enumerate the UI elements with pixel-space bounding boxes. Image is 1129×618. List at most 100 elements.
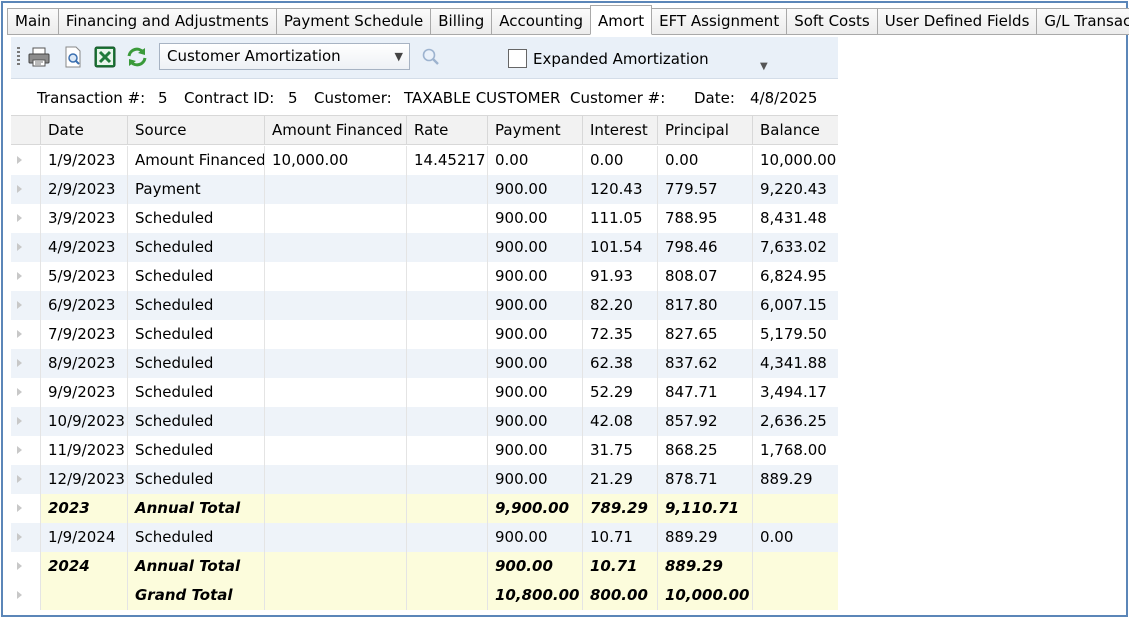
tab-g-l-transaction[interactable]: G/L Transaction	[1036, 8, 1129, 35]
table-row[interactable]: 11/9/2023 Scheduled 900.00 31.75 868.25 1,768…	[11, 436, 838, 465]
column-header-payment[interactable]: Payment	[487, 116, 582, 145]
cell-interest: 101.54	[582, 233, 657, 262]
table-row[interactable]: 7/9/2023 Scheduled 900.00 72.35 827.65 5,179.…	[11, 320, 838, 349]
cell-payment: 900.00	[487, 552, 582, 581]
cell-payment: 900.00	[487, 349, 582, 378]
print-icon[interactable]	[27, 45, 51, 69]
tab-amort[interactable]: Amort	[590, 5, 653, 35]
toolbar-overflow-icon[interactable]: ▼	[760, 61, 768, 72]
cell-date: 5/9/2023	[40, 262, 127, 291]
row-indicator-icon[interactable]	[11, 204, 40, 233]
cell-source: Amount Financed	[127, 146, 264, 175]
cell-date: 8/9/2023	[40, 349, 127, 378]
cell-rate	[406, 552, 487, 581]
row-indicator-icon[interactable]	[11, 552, 40, 581]
cell-rate	[406, 262, 487, 291]
row-indicator-icon[interactable]	[11, 233, 40, 262]
table-row[interactable]: 9/9/2023 Scheduled 900.00 52.29 847.71 3,494.…	[11, 378, 838, 407]
cell-amount-financed	[264, 262, 406, 291]
cell-payment: 900.00	[487, 407, 582, 436]
report-type-select[interactable]: Customer Amortization ▼	[159, 43, 410, 70]
cell-balance: 4,341.88	[752, 349, 838, 378]
excel-export-icon[interactable]	[93, 45, 117, 69]
row-indicator-icon[interactable]	[11, 291, 40, 320]
column-header-balance[interactable]: Balance	[752, 116, 838, 145]
cell-payment: 900.00	[487, 523, 582, 552]
report-type-value: Customer Amortization	[167, 47, 341, 65]
expanded-amortization-checkbox[interactable]	[508, 49, 527, 68]
cell-interest: 120.43	[582, 175, 657, 204]
total-row[interactable]: 2024 Annual Total 900.00 10.71 889.29	[11, 552, 838, 581]
row-indicator-icon[interactable]	[11, 407, 40, 436]
tab-billing[interactable]: Billing	[430, 8, 493, 35]
column-header-date[interactable]: Date	[40, 116, 127, 145]
toolbar-grip[interactable]	[17, 47, 20, 67]
row-indicator-icon[interactable]	[11, 320, 40, 349]
cell-balance: 10,000.00	[752, 146, 838, 175]
row-indicator-icon[interactable]	[11, 378, 40, 407]
tab-accounting[interactable]: Accounting	[491, 8, 591, 35]
tab-eft-assignment[interactable]: EFT Assignment	[651, 8, 788, 35]
cell-date: 3/9/2023	[40, 204, 127, 233]
cell-amount-financed	[264, 523, 406, 552]
table-row[interactable]: 6/9/2023 Scheduled 900.00 82.20 817.80 6,007.…	[11, 291, 838, 320]
tab-payment-schedule[interactable]: Payment Schedule	[275, 8, 432, 35]
row-indicator-icon[interactable]	[11, 436, 40, 465]
row-indicator-icon[interactable]	[11, 494, 40, 523]
cell-principal: 808.07	[657, 262, 752, 291]
row-indicator-icon[interactable]	[11, 465, 40, 494]
print-preview-icon[interactable]	[61, 45, 85, 69]
total-row[interactable]: 2023 Annual Total 9,900.00 789.29 9,110.71	[11, 494, 838, 523]
row-indicator-icon[interactable]	[11, 262, 40, 291]
cell-amount-financed	[264, 494, 406, 523]
tab-main[interactable]: Main	[7, 8, 59, 35]
cell-payment: 900.00	[487, 262, 582, 291]
table-row[interactable]: 5/9/2023 Scheduled 900.00 91.93 808.07 6,824.…	[11, 262, 838, 291]
row-indicator-icon[interactable]	[11, 175, 40, 204]
table-row[interactable]: 4/9/2023 Scheduled 900.00 101.54 798.46 7,633…	[11, 233, 838, 262]
refresh-icon[interactable]	[125, 45, 149, 69]
cell-date: 2024	[40, 552, 127, 581]
table-row[interactable]: 1/9/2024 Scheduled 900.00 10.71 889.29 0.00	[11, 523, 838, 552]
cell-source: Scheduled	[127, 378, 264, 407]
column-header-rate[interactable]: Rate	[406, 116, 487, 145]
customer-value: TAXABLE CUSTOMER	[404, 89, 561, 107]
cell-rate	[406, 349, 487, 378]
cell-source: Scheduled	[127, 320, 264, 349]
cell-payment: 900.00	[487, 233, 582, 262]
cell-principal: 857.92	[657, 407, 752, 436]
table-row[interactable]: 1/9/2023 Amount Financed 10,000.00 14.45217…	[11, 146, 838, 175]
transaction-value: 5	[158, 89, 168, 107]
cell-date: 2023	[40, 494, 127, 523]
table-row[interactable]: 3/9/2023 Scheduled 900.00 111.05 788.95 8,431…	[11, 204, 838, 233]
column-header-principal[interactable]: Principal	[657, 116, 752, 145]
cell-principal: 868.25	[657, 436, 752, 465]
table-row[interactable]: 12/9/2023 Scheduled 900.00 21.29 878.71 889.2…	[11, 465, 838, 494]
cell-amount-financed	[264, 378, 406, 407]
cell-rate	[406, 523, 487, 552]
table-row[interactable]: 2/9/2023 Payment 900.00 120.43 779.57 9,220.4…	[11, 175, 838, 204]
search-icon[interactable]	[420, 46, 444, 70]
cell-principal: 817.80	[657, 291, 752, 320]
column-header-amount-financed[interactable]: Amount Financed	[264, 116, 406, 145]
tab-soft-costs[interactable]: Soft Costs	[786, 8, 878, 35]
cell-interest: 82.20	[582, 291, 657, 320]
row-indicator-icon[interactable]	[11, 523, 40, 552]
cell-principal: 837.62	[657, 349, 752, 378]
table-row[interactable]: 8/9/2023 Scheduled 900.00 62.38 837.62 4,341.…	[11, 349, 838, 378]
cell-balance: 1,768.00	[752, 436, 838, 465]
cell-date: 7/9/2023	[40, 320, 127, 349]
column-header-interest[interactable]: Interest	[582, 116, 657, 145]
tab-user-defined-fields[interactable]: User Defined Fields	[876, 8, 1038, 35]
tab-financing-and-adjustments[interactable]: Financing and Adjustments	[57, 8, 277, 35]
column-header-source[interactable]: Source	[127, 116, 264, 145]
row-indicator-icon[interactable]	[11, 349, 40, 378]
row-indicator-icon[interactable]	[11, 146, 40, 175]
cell-source: Scheduled	[127, 436, 264, 465]
table-row[interactable]: 10/9/2023 Scheduled 900.00 42.08 857.92 2,636…	[11, 407, 838, 436]
cell-date: 6/9/2023	[40, 291, 127, 320]
cell-date: 1/9/2024	[40, 523, 127, 552]
grid-header: Date Source Amount Financed Rate Payment Inte…	[11, 115, 838, 145]
row-indicator-icon[interactable]	[11, 581, 40, 610]
total-row[interactable]: Grand Total 10,800.00 800.00 10,000.00	[11, 581, 838, 610]
